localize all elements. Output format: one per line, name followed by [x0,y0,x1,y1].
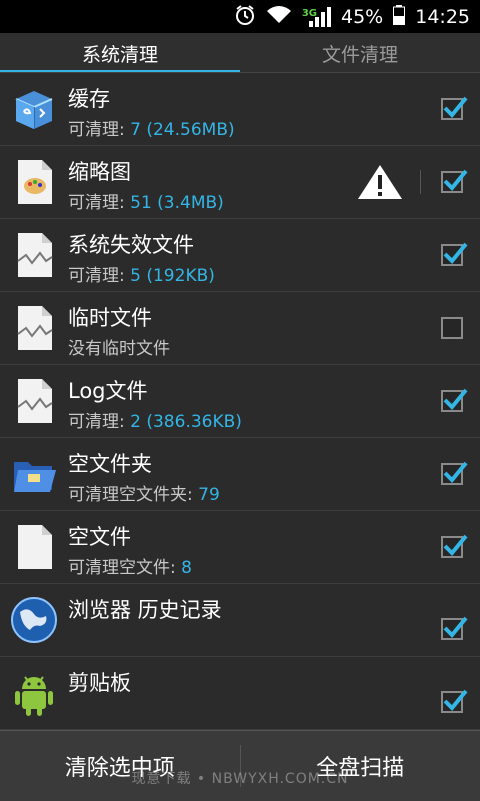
item-title: Log文件 [68,375,148,405]
tab-file-clean[interactable]: 文件清理 [240,33,480,73]
list-item-browser-history[interactable]: 浏览器 历史记录 [0,584,480,657]
tab-system-clean[interactable]: 系统清理 [0,33,240,73]
item-subtitle: 可清理: 2 (386.36KB) [68,407,242,432]
checkbox[interactable] [441,691,463,713]
list-item-log-files[interactable]: Log文件 可清理: 2 (386.36KB) [0,365,480,438]
network-type-label: 3G [302,8,317,19]
item-subtitle: 可清理空文件: 8 [68,553,192,578]
checkbox[interactable] [441,390,463,412]
clear-selected-button[interactable]: 清除选中项 [0,731,240,801]
item-subtitle-label: 可清理空文件夹: [68,485,198,505]
folder-icon [10,450,58,498]
checkbox[interactable] [441,317,463,339]
globe-icon [10,596,58,644]
full-scan-button[interactable]: 全盘扫描 [241,731,480,801]
list-item-empty-files[interactable]: 空文件 可清理空文件: 8 [0,511,480,584]
checkbox[interactable] [441,536,463,558]
list-item-empty-folders[interactable]: 空文件夹 可清理空文件夹: 79 [0,438,480,511]
checkbox[interactable] [441,98,463,120]
item-subtitle: 没有临时文件 [68,334,170,359]
battery-icon [393,5,405,29]
broken-file-icon [10,304,58,352]
item-subtitle: 可清理: 7 (24.56MB) [68,115,235,140]
item-title: 系统失效文件 [68,229,194,259]
signal-icon: 3G [302,7,331,27]
checkmark-icon [441,530,469,558]
item-count: 8 [181,558,192,578]
checkmark-icon [441,457,469,485]
tab-bar: 系统清理 文件清理 [0,33,480,73]
bottom-action-bar: 清除选中项 全盘扫描 [0,730,480,801]
item-subtitle-label: 可清理: [68,412,130,432]
android-icon [10,669,58,717]
item-title: 空文件夹 [68,448,152,478]
checkmark-icon [441,384,469,412]
item-title: 剪贴板 [68,667,131,697]
item-title: 浏览器 历史记录 [68,594,222,624]
list-item-thumbnails[interactable]: 缩略图 可清理: 51 (3.4MB) [0,146,480,219]
item-count: 7 (24.56MB) [130,120,234,140]
item-subtitle-label: 可清理空文件: [68,558,181,578]
checkmark-icon [441,685,469,713]
item-count: 5 (192KB) [130,266,215,286]
list-item-cache[interactable]: 缓存 可清理: 7 (24.56MB) [0,73,480,146]
item-subtitle-label: 可清理: [68,266,130,286]
item-title: 缩略图 [68,156,131,186]
checkmark-icon [441,238,469,266]
divider [420,170,421,194]
checkmark-icon [441,92,469,120]
image-file-icon [10,158,58,206]
list-item-system-invalid-files[interactable]: 系统失效文件 可清理: 5 (192KB) [0,219,480,292]
watermark: 现意下载 • NBWYXH.COM.CN [0,768,480,788]
warning-icon[interactable] [357,164,403,204]
item-subtitle: 可清理空文件夹: 79 [68,480,220,505]
broken-file-icon [10,231,58,279]
list-item-clipboard[interactable]: 剪贴板 [0,657,480,730]
item-subtitle-label: 可清理: [68,193,130,213]
checkbox[interactable] [441,463,463,485]
status-bar: 3G 45% 14:25 [0,0,480,33]
blank-file-icon [10,523,58,571]
wifi-icon [266,5,292,29]
checkmark-icon [441,165,469,193]
cache-box-icon [10,85,58,133]
item-title: 缓存 [68,83,110,113]
clock: 14:25 [415,6,470,28]
item-count: 79 [198,485,220,505]
alarm-icon [234,4,256,30]
item-subtitle: 可清理: 51 (3.4MB) [68,188,224,213]
item-title: 空文件 [68,521,131,551]
clean-item-list: 缓存 可清理: 7 (24.56MB) 缩略图 可清理: 51 (3.4MB) [0,73,480,730]
item-subtitle-label: 没有临时文件 [68,339,170,359]
item-subtitle-label: 可清理: [68,120,130,140]
checkbox[interactable] [441,244,463,266]
checkmark-icon [441,612,469,640]
item-count: 51 (3.4MB) [130,193,224,213]
list-item-temp-files[interactable]: 临时文件 没有临时文件 [0,292,480,365]
broken-file-icon [10,377,58,425]
item-subtitle: 可清理: 5 (192KB) [68,261,215,286]
checkbox[interactable] [441,618,463,640]
item-title: 临时文件 [68,302,152,332]
checkbox[interactable] [441,171,463,193]
item-count: 2 (386.36KB) [130,412,242,432]
battery-percent: 45% [341,6,383,28]
